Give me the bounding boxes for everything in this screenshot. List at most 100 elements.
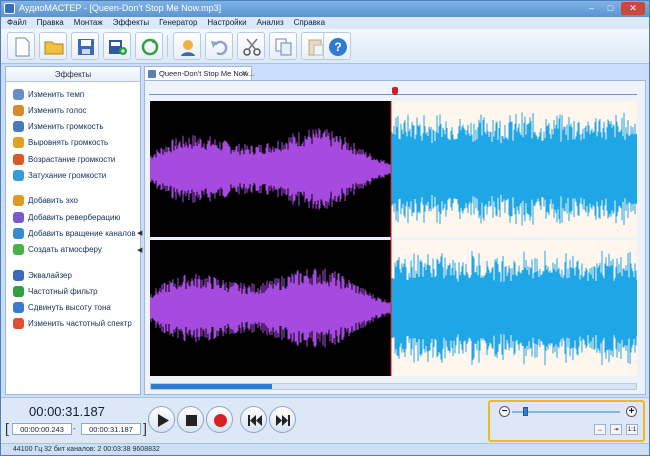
effect-item[interactable]: Частотный фильтр [13, 284, 98, 298]
menu-item[interactable]: Правка [37, 17, 64, 29]
save-as-button[interactable] [103, 32, 131, 60]
play-button[interactable] [148, 406, 175, 433]
effect-item[interactable]: Сдвинуть высоту тона [13, 301, 111, 315]
copy-icon [275, 38, 292, 56]
effect-label: Изменить темп [28, 89, 85, 99]
minimize-button[interactable]: – [583, 2, 600, 15]
effect-item[interactable]: Затухание громкости [13, 169, 106, 183]
zoom-actual-button[interactable]: 1:1 [626, 424, 638, 435]
save-as-icon [109, 40, 127, 55]
effects-panel-title: Эффекты [6, 67, 140, 82]
effect-item[interactable]: Выровнять громкость [13, 136, 108, 150]
menu-item[interactable]: Анализ [257, 17, 284, 29]
open-folder-button[interactable] [39, 32, 67, 60]
open-folder-icon [44, 41, 64, 55]
save-icon [78, 39, 94, 55]
horizontal-scrollbar[interactable] [150, 383, 637, 390]
timeline-ruler[interactable] [149, 87, 637, 101]
effect-item[interactable]: Создать атмосферу [13, 243, 102, 257]
effect-item[interactable]: Возрастание громкости [13, 152, 115, 166]
zoom-slider[interactable] [512, 411, 620, 413]
effect-item[interactable]: Добавить эхо [13, 194, 78, 208]
status-bar: 44100 Гц 32 бит каналов: 2 00:03:38 9608… [1, 443, 649, 455]
expand-chevron-icon[interactable]: ◀ [137, 229, 142, 237]
effect-item[interactable]: Добавить реверберацию [13, 210, 120, 224]
effect-item[interactable]: Эквалайзер [13, 268, 72, 282]
record-button[interactable] [206, 406, 233, 433]
new-file-icon [15, 37, 30, 57]
refresh-button[interactable] [135, 32, 163, 60]
echo-icon [13, 195, 24, 207]
window-title: АудиоМАСТЕР - [Queen-Don't Stop Me Now.m… [19, 3, 222, 13]
effect-label: Затухание громкости [28, 171, 107, 180]
menu-item[interactable]: Монтаж [74, 17, 103, 29]
copy-button[interactable] [269, 32, 297, 60]
help-button[interactable]: ? [323, 32, 351, 60]
svg-text:?: ? [334, 40, 341, 54]
effects-panel: Эффекты Изменить темп Изменить голос Измен… [5, 66, 142, 395]
cut-icon [243, 38, 261, 56]
undo-icon [211, 40, 228, 56]
maximize-button[interactable]: □ [602, 2, 619, 15]
menu-item[interactable]: Справка [294, 17, 325, 29]
selection-end-field[interactable]: 00:00:31.187 [81, 423, 141, 435]
effect-item[interactable]: Изменить темп [13, 87, 84, 101]
new-file-button[interactable] [7, 32, 35, 60]
zoom-fit-button[interactable]: ↔ [594, 424, 606, 435]
effect-label: Выровнять громкость [28, 138, 109, 148]
speaker-icon [13, 121, 24, 133]
scrollbar-thumb[interactable] [151, 384, 273, 389]
waveform-editor [144, 80, 646, 395]
menu-item[interactable]: Настройки [207, 17, 246, 29]
tab-file[interactable]: Queen-Don't Stop Me Now... ✕ [144, 66, 255, 80]
selection-bracket-right: ] [143, 420, 147, 436]
tab-close-icon[interactable]: ✕ [241, 67, 248, 80]
zoom-in-button[interactable]: + [626, 406, 637, 417]
spectrum-icon [13, 318, 24, 330]
effect-label: Изменить частотный спектр [28, 319, 132, 329]
undo-button[interactable] [205, 32, 233, 60]
playhead-marker[interactable] [392, 87, 398, 95]
menu-item[interactable]: Эффекты [113, 17, 149, 29]
effect-label: Эквалайзер [28, 270, 72, 280]
reverb-icon [13, 211, 24, 223]
person-icon [13, 104, 24, 116]
zoom-out-button[interactable]: − [499, 406, 510, 417]
selection-start-field[interactable]: 00:00:00.243 [12, 423, 72, 435]
effect-label: Возрастание громкости [28, 154, 116, 164]
waveform-area[interactable] [150, 101, 637, 376]
cut-button[interactable] [237, 32, 265, 60]
close-button[interactable]: ✕ [621, 2, 645, 15]
effect-item[interactable]: Изменить голос [13, 103, 87, 117]
menu-item[interactable]: Генератор [159, 17, 197, 29]
effect-item[interactable]: Изменить громкость [13, 120, 104, 134]
voice-icon [181, 40, 195, 56]
volume-down-icon [13, 170, 24, 181]
zoom-center-button[interactable]: ⇥ [610, 424, 622, 435]
atmosphere-icon [13, 244, 24, 256]
effect-label: Изменить громкость [28, 122, 104, 132]
play-icon [158, 414, 169, 427]
voice-button[interactable] [173, 32, 201, 60]
expand-chevron-icon[interactable]: ◀ [137, 246, 142, 254]
zoom-slider-thumb[interactable] [522, 407, 528, 416]
tab-label: Queen-Don't Stop Me Now... [159, 69, 255, 78]
effect-label: Добавить реверберацию [28, 212, 121, 222]
effect-label: Добавить эхо [28, 196, 78, 206]
tab-bar: Queen-Don't Stop Me Now... ✕ [144, 66, 646, 80]
rotate-channels-icon [13, 227, 24, 239]
save-button[interactable] [71, 32, 99, 60]
next-button[interactable] [269, 406, 296, 433]
menu-item[interactable]: Файл [7, 17, 27, 29]
previous-button[interactable] [240, 406, 267, 433]
filter-icon [13, 285, 24, 297]
help-icon: ? [329, 38, 347, 56]
stop-button[interactable] [177, 406, 204, 433]
toolbar: ? [1, 29, 649, 64]
effect-item[interactable]: Изменить частотный спектр [13, 317, 132, 331]
audio-file-icon [148, 70, 156, 78]
effect-label: Создать атмосферу [28, 245, 102, 255]
effect-item[interactable]: Добавить вращение каналов [13, 226, 136, 240]
zoom-controls: − + ↔ ⇥ 1:1 [488, 400, 645, 442]
effect-label: Добавить вращение каналов [28, 228, 136, 238]
